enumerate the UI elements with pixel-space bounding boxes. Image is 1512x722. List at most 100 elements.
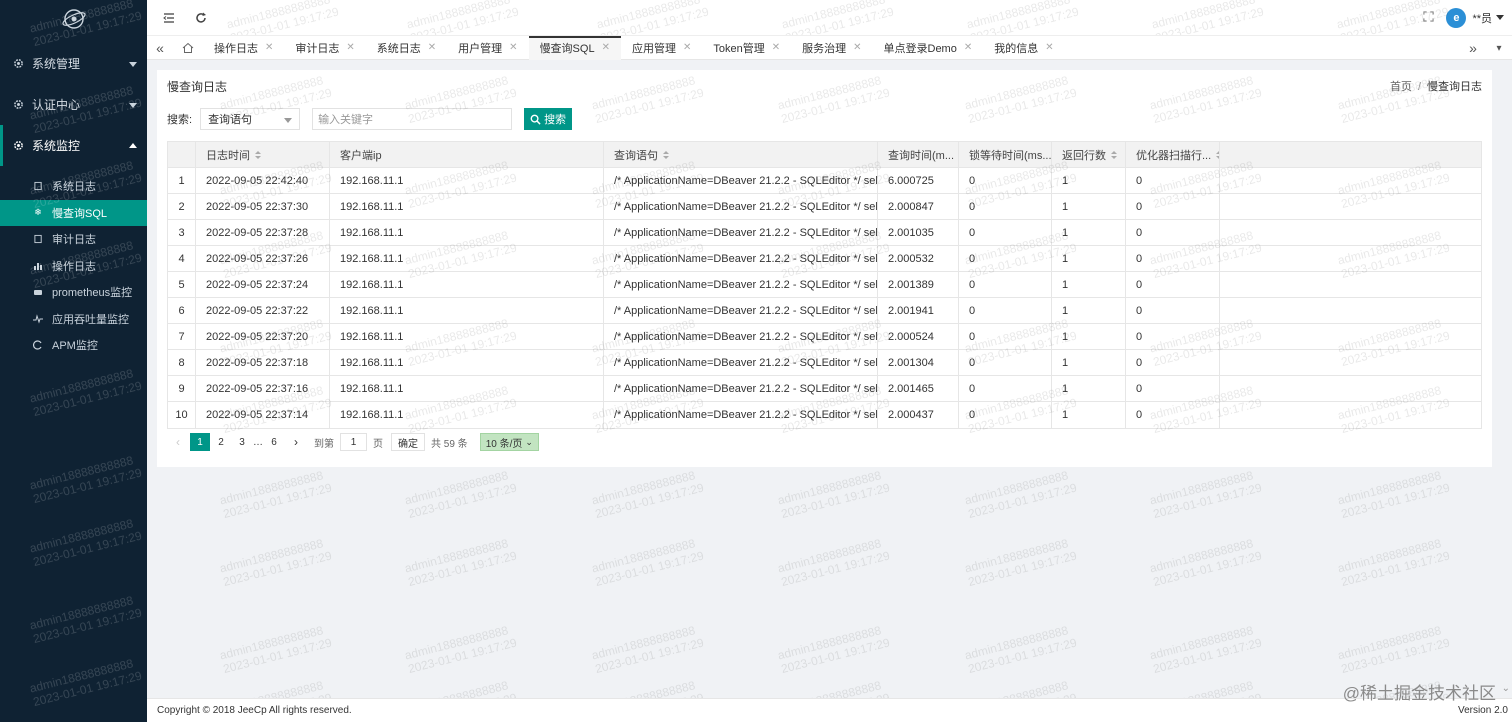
sort-icon[interactable] bbox=[663, 150, 669, 159]
prev-page-icon[interactable]: ‹ bbox=[167, 433, 189, 451]
page-button-2[interactable]: 2 bbox=[211, 433, 231, 451]
column-header-query-sql[interactable]: 查询语句 bbox=[604, 142, 878, 167]
close-icon[interactable]: ✕ bbox=[265, 42, 273, 53]
sort-icon[interactable] bbox=[1111, 150, 1117, 159]
sidebar-item-audit-log[interactable]: 审计日志 bbox=[0, 226, 147, 253]
table-row[interactable]: 9 2022-09-05 22:37:16 192.168.11.1/* Appli… bbox=[168, 376, 1481, 402]
menu-toggle-icon[interactable] bbox=[153, 0, 185, 35]
search-field-select[interactable]: 查询语句 bbox=[200, 108, 301, 130]
home-icon[interactable] bbox=[173, 36, 203, 60]
row-filler bbox=[1220, 194, 1481, 219]
watermark: admin188888888882023-01-01 19:17:29 bbox=[218, 536, 334, 590]
tab-audit-log[interactable]: 审计日志 ✕ bbox=[284, 36, 365, 60]
tab-token-management[interactable]: Token管理 ✕ bbox=[702, 36, 791, 60]
tab-sso-demo[interactable]: 单点登录Demo ✕ bbox=[873, 36, 984, 60]
tabs-scroll-left-icon[interactable]: « bbox=[147, 36, 173, 60]
close-icon[interactable]: ✕ bbox=[346, 42, 354, 53]
cell-lock-time: 0 bbox=[959, 350, 1052, 375]
close-icon[interactable]: ✕ bbox=[509, 42, 517, 53]
sidebar-item-operation-log[interactable]: 操作日志 bbox=[0, 253, 147, 280]
cell-query-time: 2.001941 bbox=[878, 298, 959, 323]
sidebar-item-apm[interactable]: APM监控 bbox=[0, 332, 147, 359]
breadcrumb-home[interactable]: 首页 bbox=[1390, 81, 1412, 93]
tab-service-governance[interactable]: 服务治理 ✕ bbox=[791, 36, 872, 60]
avatar[interactable]: e bbox=[1446, 7, 1467, 28]
sidebar-item-prometheus[interactable]: prometheus监控 bbox=[0, 279, 147, 306]
menu-group-system-monitor[interactable]: 系统监控 bbox=[0, 125, 147, 166]
page-button-1[interactable]: 1 bbox=[190, 433, 210, 451]
tab-operation-log[interactable]: 操作日志 ✕ bbox=[203, 36, 284, 60]
table-row[interactable]: 4 2022-09-05 22:37:26 192.168.11.1/* Appli… bbox=[168, 246, 1481, 272]
logo[interactable] bbox=[0, 0, 147, 38]
search-input[interactable]: 输入关键字 bbox=[312, 108, 513, 130]
watermark: admin188888888882023-01-01 19:17:29 bbox=[218, 468, 334, 522]
caret-down-icon[interactable] bbox=[1496, 15, 1504, 20]
sidebar-item-system-log[interactable]: 系统日志 bbox=[0, 173, 147, 200]
close-icon[interactable]: ✕ bbox=[853, 42, 861, 53]
goto-page-input[interactable]: 1 bbox=[340, 433, 367, 451]
goto-confirm-button[interactable]: 确定 bbox=[391, 433, 425, 451]
cell-log-time: 2022-09-05 22:37:14 bbox=[196, 402, 330, 428]
column-header-rows-returned[interactable]: 返回行数 bbox=[1052, 142, 1126, 167]
close-icon[interactable]: ✕ bbox=[1045, 42, 1053, 53]
table-row[interactable]: 3 2022-09-05 22:37:28 192.168.11.1/* Appli… bbox=[168, 220, 1481, 246]
tab-system-log[interactable]: 系统日志 ✕ bbox=[366, 36, 447, 60]
row-filler bbox=[1220, 220, 1481, 245]
table-row[interactable]: 2 2022-09-05 22:37:30 192.168.11.1/* Appli… bbox=[168, 194, 1481, 220]
tab-app-management[interactable]: 应用管理 ✕ bbox=[621, 36, 702, 60]
cell-rows-examined: 0 bbox=[1126, 272, 1220, 297]
row-filler bbox=[1220, 324, 1481, 349]
search-button[interactable]: 搜索 bbox=[524, 108, 573, 130]
cell-query-sql: /* ApplicationName=DBeaver 21.2.2 - SQLE… bbox=[604, 220, 878, 245]
fullscreen-icon[interactable] bbox=[1423, 10, 1435, 25]
sort-icon[interactable] bbox=[255, 150, 261, 159]
tabs-menu-chevron-icon[interactable]: ▾ bbox=[1486, 36, 1512, 60]
table-row[interactable]: 8 2022-09-05 22:37:18 192.168.11.1/* Appli… bbox=[168, 350, 1481, 376]
table-row[interactable]: 7 2022-09-05 22:37:20 192.168.11.1/* Appli… bbox=[168, 324, 1481, 350]
tab-my-info[interactable]: 我的信息 ✕ bbox=[983, 36, 1064, 60]
table-row[interactable]: 1 2022-09-05 22:42:40 192.168.11.1/* Appli… bbox=[168, 168, 1481, 194]
cell-client-ip: 192.168.11.1 bbox=[330, 246, 604, 271]
column-header-log-time[interactable]: 日志时间 bbox=[196, 142, 330, 167]
goto-label: 到第 bbox=[314, 438, 334, 450]
cell-rows-examined: 0 bbox=[1126, 402, 1220, 428]
menu-group-auth-center[interactable]: 认证中心 bbox=[0, 84, 147, 125]
sidebar-item-label: 系统日志 bbox=[52, 181, 96, 194]
close-icon[interactable]: ✕ bbox=[428, 42, 436, 53]
tab-user-management[interactable]: 用户管理 ✕ bbox=[447, 36, 528, 60]
username[interactable]: **员 bbox=[1472, 10, 1492, 26]
close-icon[interactable]: ✕ bbox=[772, 42, 780, 53]
close-icon[interactable]: ✕ bbox=[602, 42, 610, 53]
page-button-6[interactable]: 6 bbox=[264, 433, 284, 451]
menu-group-system-management[interactable]: 系统管理 bbox=[0, 43, 147, 84]
refresh-icon[interactable] bbox=[185, 0, 217, 35]
next-page-icon[interactable]: › bbox=[285, 433, 307, 451]
cell-rows-examined: 0 bbox=[1126, 168, 1220, 193]
tabs-scroll-right-icon[interactable]: » bbox=[1460, 36, 1486, 60]
row-filler bbox=[1220, 246, 1481, 271]
cell-query-time: 2.001389 bbox=[878, 272, 959, 297]
table-row[interactable]: 10 2022-09-05 22:37:14 192.168.11.1/* Appl… bbox=[168, 402, 1481, 428]
top-header: e **员 admin18888888888 2023-01-01 19:17:2… bbox=[147, 0, 1512, 45]
close-icon[interactable]: ✕ bbox=[683, 42, 691, 53]
tab-slow-sql[interactable]: 慢查询SQL ✕ bbox=[528, 35, 622, 60]
column-header-rows-examined[interactable]: 优化器扫描行... bbox=[1126, 142, 1220, 167]
close-icon[interactable]: ✕ bbox=[964, 42, 972, 53]
tabs-right-controls: » ▾ bbox=[1460, 36, 1512, 60]
watermark: admin188888888882023-01-01 19:17:29 bbox=[28, 516, 144, 570]
watermark: admin188888888882023-01-01 19:17:29 bbox=[590, 623, 706, 677]
page-button-3[interactable]: 3 bbox=[232, 433, 252, 451]
column-header-lock-time[interactable]: 锁等待时间(ms... bbox=[959, 142, 1052, 167]
column-header-query-time[interactable]: 查询时间(m... bbox=[878, 142, 959, 167]
search-row: 搜索: 查询语句 输入关键字 搜索 bbox=[167, 107, 573, 131]
sidebar-item-slow-sql[interactable]: ❄ 慢查询SQL bbox=[0, 199, 147, 226]
cell-query-sql: /* ApplicationName=DBeaver 21.2.2 - SQLE… bbox=[604, 402, 878, 428]
apm-icon bbox=[33, 340, 43, 350]
cell-rows-returned: 1 bbox=[1052, 376, 1126, 401]
table-row[interactable]: 6 2022-09-05 22:37:22 192.168.11.1/* Appli… bbox=[168, 298, 1481, 324]
sidebar-item-throughput[interactable]: 应用吞吐量监控 bbox=[0, 306, 147, 333]
table-row[interactable]: 5 2022-09-05 22:37:24 192.168.11.1/* Appli… bbox=[168, 272, 1481, 298]
scroll-down-icon[interactable]: ⌄ bbox=[1502, 683, 1510, 694]
page-size-select[interactable]: 10 条/页 ⌄ bbox=[479, 433, 539, 451]
watermark: admin188888888882023-01-01 19:17:29 bbox=[963, 623, 1079, 677]
